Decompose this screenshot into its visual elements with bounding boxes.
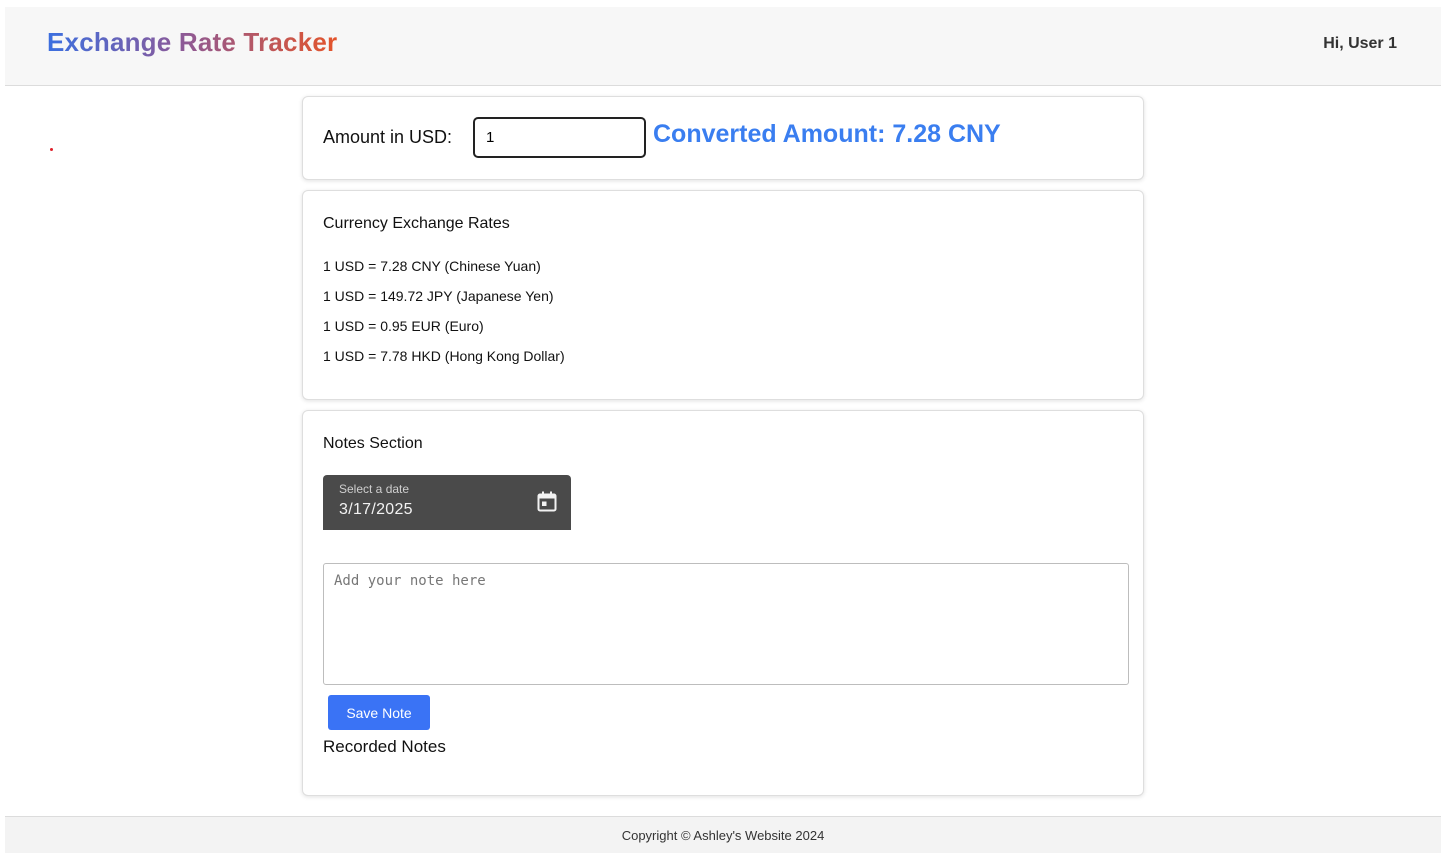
footer: Copyright © Ashley's Website 2024	[5, 816, 1441, 853]
rates-list: 1 USD = 7.28 CNY (Chinese Yuan) 1 USD = …	[323, 257, 565, 377]
app-title[interactable]: Exchange Rate Tracker	[47, 27, 337, 58]
amount-input[interactable]	[473, 117, 646, 158]
date-picker-label: Select a date	[339, 482, 410, 496]
rates-title: Currency Exchange Rates	[323, 215, 510, 232]
note-textarea[interactable]	[323, 563, 1129, 685]
app-header: Exchange Rate Tracker Hi, User 1	[5, 7, 1441, 86]
recorded-notes-title: Recorded Notes	[323, 737, 446, 756]
decorative-dot	[50, 148, 53, 151]
converted-amount: Converted Amount: 7.28 CNY	[653, 120, 1001, 148]
rate-item: 1 USD = 149.72 JPY (Japanese Yen)	[323, 288, 554, 304]
amount-label: Amount in USD:	[323, 127, 453, 147]
copyright-text: Copyright © Ashley's Website 2024	[621, 828, 825, 843]
user-greeting: Hi, User 1	[1323, 35, 1397, 52]
save-note-button[interactable]: Save Note	[328, 695, 430, 730]
calendar-icon[interactable]	[537, 491, 557, 513]
page: Exchange Rate Tracker Hi, User 1 Amount …	[5, 7, 1441, 853]
rates-card: Currency Exchange Rates 1 USD = 7.28 CNY…	[302, 190, 1144, 400]
rate-item: 1 USD = 0.95 EUR (Euro)	[323, 318, 484, 334]
rate-item: 1 USD = 7.28 CNY (Chinese Yuan)	[323, 258, 541, 274]
notes-card: Notes Section Select a date 3/17/2025 Sa…	[302, 410, 1144, 796]
date-picker[interactable]: Select a date 3/17/2025	[323, 475, 571, 530]
rate-item: 1 USD = 7.78 HKD (Hong Kong Dollar)	[323, 348, 565, 364]
notes-title: Notes Section	[323, 435, 423, 452]
converter-card: Amount in USD: Converted Amount: 7.28 CN…	[302, 96, 1144, 180]
date-picker-value: 3/17/2025	[339, 501, 413, 518]
